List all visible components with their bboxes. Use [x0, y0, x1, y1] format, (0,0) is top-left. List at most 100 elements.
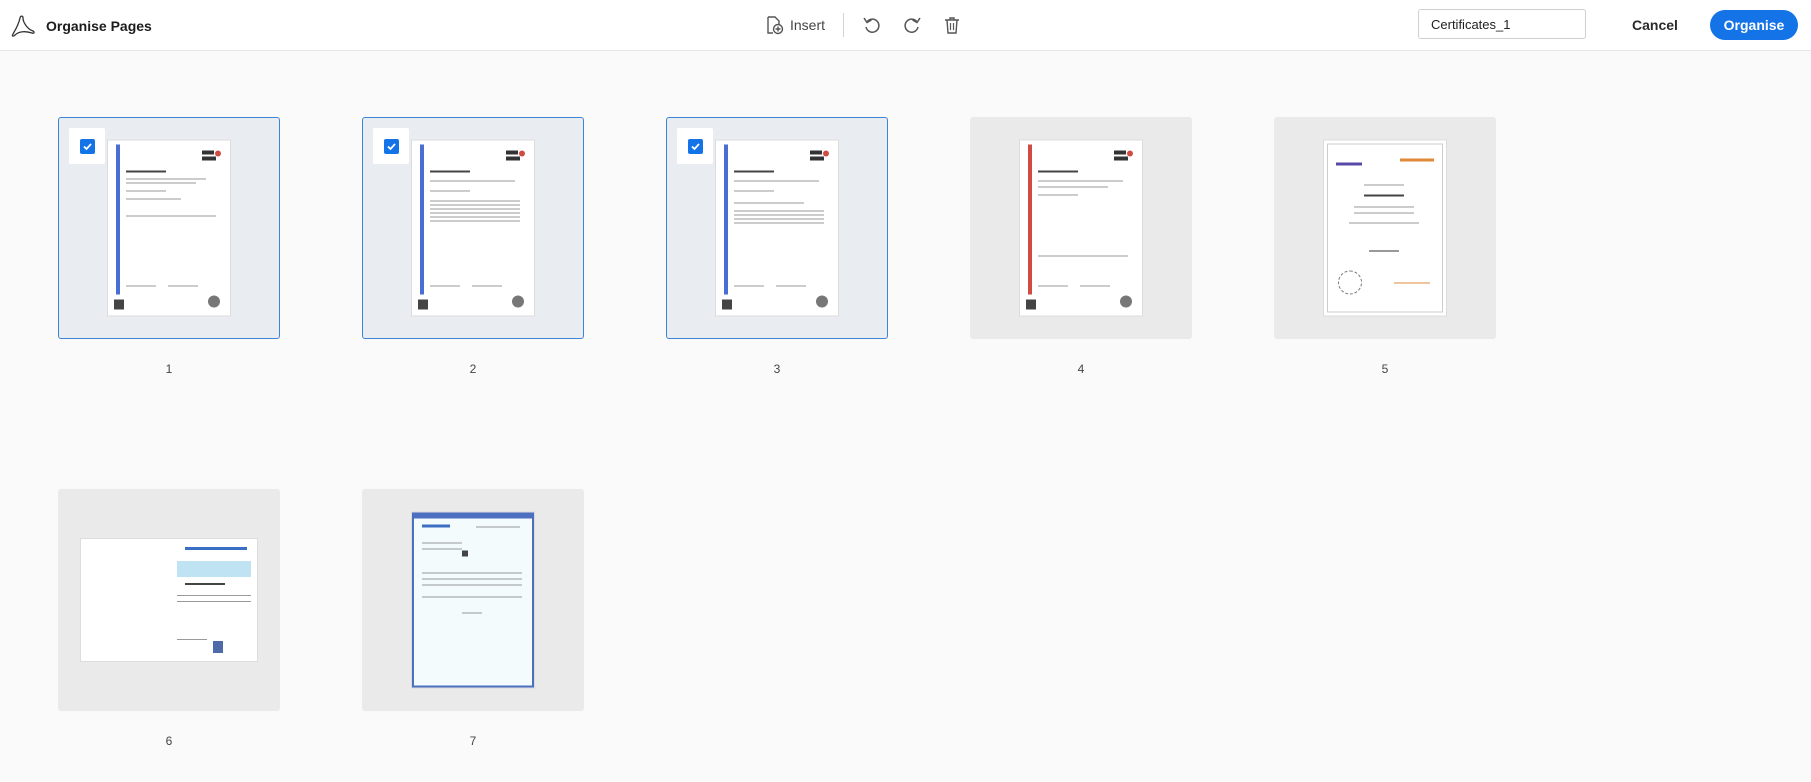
- page-thumbnail-card[interactable]: [58, 489, 280, 711]
- page-thumbnail-card[interactable]: [58, 117, 280, 339]
- thumb-text-line: [430, 204, 520, 206]
- rotate-left-button[interactable]: [858, 12, 886, 38]
- page-select-checkbox[interactable]: [373, 128, 409, 164]
- city-guilds-logo-icon: [202, 150, 221, 161]
- city-guilds-logo-icon: [810, 150, 829, 161]
- rotate-right-icon: [904, 17, 921, 33]
- thumb-text-line: [126, 182, 196, 184]
- organise-button[interactable]: Organise: [1710, 10, 1798, 40]
- thumb-text-line: [177, 601, 251, 602]
- thumb-decoration: [724, 144, 728, 295]
- thumb-qr-code: [722, 299, 732, 310]
- rotate-right-button[interactable]: [898, 12, 926, 38]
- thumb-text-line: [177, 595, 251, 596]
- thumb-text-line: [430, 180, 515, 182]
- thumb-text-line: [430, 220, 520, 222]
- thumb-signature-line: [1038, 285, 1068, 287]
- checkmark-icon: [79, 138, 95, 154]
- trash-icon: [945, 17, 960, 34]
- checkmark-icon: [687, 138, 703, 154]
- page-thumbnail-card[interactable]: [1274, 117, 1496, 339]
- thumb-text-line: [422, 572, 522, 574]
- thumb-heading-line: [734, 170, 774, 173]
- thumb-text-line: [734, 202, 804, 204]
- thumb-text-line: [422, 584, 522, 586]
- thumb-decoration: [420, 144, 424, 295]
- page-number-label: 3: [773, 362, 781, 376]
- thumb-logo-mark: [1400, 158, 1434, 162]
- thumb-text-line: [422, 578, 522, 580]
- thumb-signature-line: [430, 285, 460, 287]
- thumb-qr-code: [418, 299, 428, 310]
- delete-button[interactable]: [938, 12, 966, 38]
- thumb-banner: [177, 561, 251, 577]
- thumb-text-line: [734, 222, 824, 224]
- thumb-heading-line: [1364, 194, 1404, 197]
- page-title: Organise Pages: [46, 18, 152, 34]
- thumb-qr-code: [462, 550, 468, 557]
- page-select-checkbox[interactable]: [677, 128, 713, 164]
- page-select-checkbox[interactable]: [69, 128, 105, 164]
- thumb-text-line: [734, 180, 819, 182]
- thumb-text-line: [734, 190, 774, 192]
- thumb-text-line: [422, 596, 522, 598]
- page-number-label: 2: [469, 362, 477, 376]
- thumb-signature-line: [734, 285, 764, 287]
- page-number-label: 5: [1381, 362, 1389, 376]
- thumb-text-line: [126, 190, 166, 192]
- page-thumbnail-card[interactable]: [970, 117, 1192, 339]
- thumb-banner: [414, 514, 532, 519]
- page-thumbnail-card[interactable]: [666, 117, 888, 339]
- thumb-text-line: [177, 639, 207, 640]
- insert-button[interactable]: Insert: [760, 12, 829, 38]
- page-number-label: 6: [165, 734, 173, 748]
- top-bar: Organise Pages Insert Certificates_1 Can…: [0, 0, 1811, 51]
- page-preview-image: [412, 140, 534, 316]
- thumb-text-line: [734, 218, 824, 220]
- thumb-text-line: [1038, 255, 1128, 257]
- thumb-heading-line: [126, 170, 166, 173]
- thumb-text-line: [430, 208, 520, 210]
- thumb-text-line: [422, 548, 462, 550]
- thumb-qr-code: [1026, 299, 1036, 310]
- thumb-text-line: [1354, 212, 1414, 214]
- thumb-signature-line: [126, 285, 156, 287]
- thumb-logo-mark: [1336, 162, 1362, 166]
- thumb-text-line: [430, 190, 470, 192]
- page-number-label: 7: [469, 734, 477, 748]
- thumb-stamp: [512, 295, 524, 308]
- brand: Organise Pages: [10, 13, 152, 39]
- cancel-button[interactable]: Cancel: [1620, 10, 1690, 40]
- thumb-heading-line: [1038, 170, 1078, 173]
- thumb-stamp: [1120, 295, 1132, 308]
- page-thumbnail-card[interactable]: [362, 117, 584, 339]
- thumb-logo-mark: [185, 547, 247, 550]
- thumb-text-line: [734, 210, 824, 212]
- rotate-left-icon: [863, 17, 880, 33]
- insert-icon: [767, 16, 784, 35]
- thumb-stamp: [208, 295, 220, 308]
- thumb-text-line: [126, 178, 206, 180]
- thumb-text-line: [430, 216, 520, 218]
- thumb-heading-line: [185, 583, 225, 585]
- insert-label: Insert: [790, 17, 826, 33]
- thumb-decoration: [116, 144, 120, 295]
- thumb-text-line: [430, 200, 520, 202]
- page-number-label: 1: [165, 362, 173, 376]
- thumb-qr-code: [114, 299, 124, 310]
- page-preview-image: [108, 140, 230, 316]
- thumb-seal-icon: [1338, 270, 1362, 295]
- thumb-heading-line: [430, 170, 470, 173]
- thumb-text-line: [422, 542, 462, 544]
- thumb-signature-line: [1080, 285, 1110, 287]
- thumb-text-line: [1038, 194, 1078, 196]
- file-name-input[interactable]: [1418, 9, 1586, 39]
- page-thumbnail-card[interactable]: [362, 489, 584, 711]
- thumb-text-line: [1349, 222, 1419, 224]
- thumb-signature-line: [1369, 250, 1399, 252]
- thumb-text-line: [1354, 206, 1414, 208]
- thumb-decoration: [1028, 144, 1032, 295]
- page-preview-image: [81, 539, 257, 661]
- thumb-text-line: [734, 214, 824, 216]
- page-preview-image: [1324, 140, 1446, 316]
